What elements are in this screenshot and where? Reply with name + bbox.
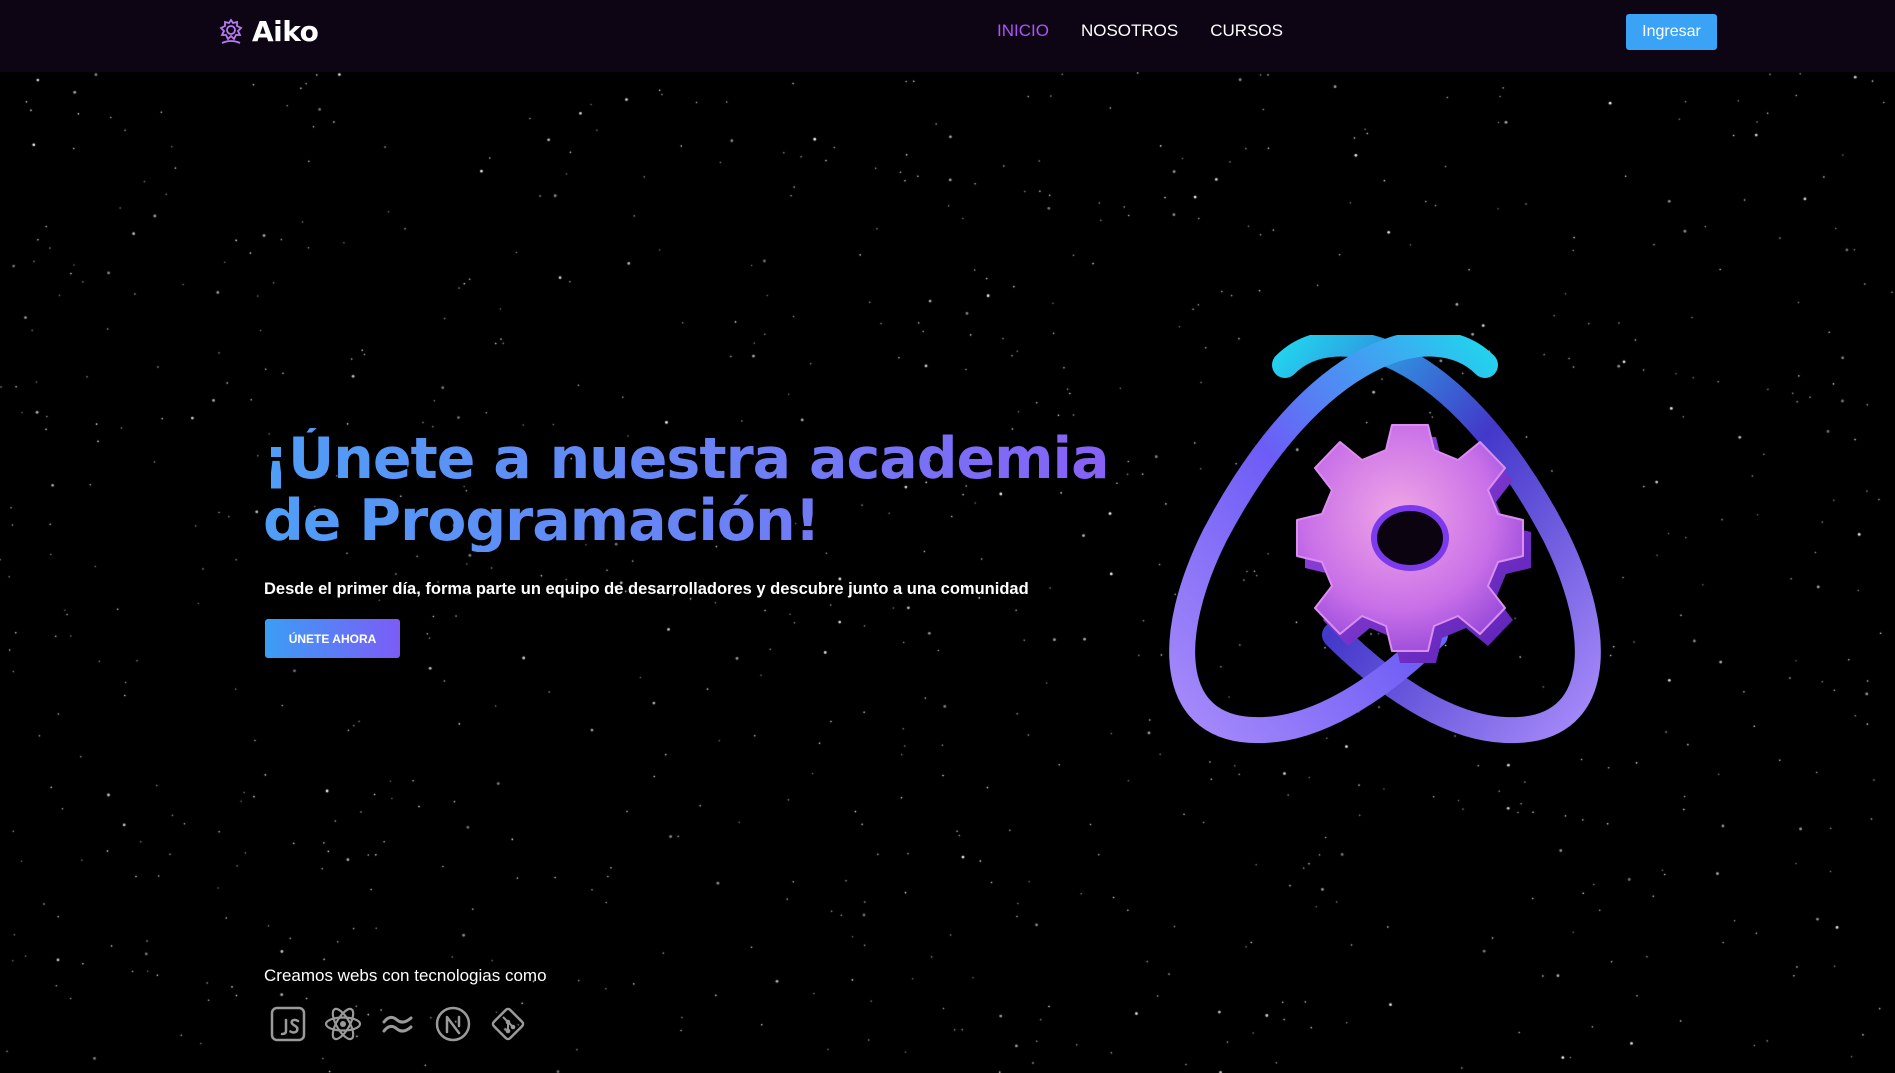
nextjs-icon — [435, 1006, 471, 1042]
join-now-button[interactable]: ÚNETE AHORA — [265, 619, 400, 658]
nav-item-inicio[interactable]: INICIO — [997, 21, 1049, 41]
javascript-icon — [270, 1006, 306, 1042]
brand-logo[interactable]: Aiko — [218, 15, 319, 48]
nav-item-nosotros[interactable]: NOSOTROS — [1081, 21, 1178, 41]
react-icon — [324, 1007, 362, 1041]
brand-name: Aiko — [252, 15, 319, 48]
hero-subtitle: Desde el primer día, forma parte un equi… — [264, 580, 1029, 598]
git-icon — [491, 1007, 525, 1041]
main-nav: INICIO NOSOTROS CURSOS — [997, 21, 1283, 41]
gear-atom-icon — [219, 17, 243, 44]
tailwind-icon — [382, 1015, 413, 1033]
nav-item-cursos[interactable]: CURSOS — [1210, 21, 1283, 41]
top-navbar: Aiko INICIO NOSOTROS CURSOS Ingresar — [0, 0, 1895, 72]
tech-icon-row — [268, 1004, 528, 1044]
gear-orbit-illustration — [1169, 335, 1601, 744]
login-button[interactable]: Ingresar — [1626, 14, 1717, 50]
hero-title-line1: ¡Únete a nuestra academia — [263, 426, 1109, 492]
tech-caption: Creamos webs con tecnologias como — [264, 966, 547, 985]
hero-title-line2: de Programación! — [263, 488, 820, 554]
hero-title: ¡Únete a nuestra academia de Programació… — [263, 428, 1163, 552]
